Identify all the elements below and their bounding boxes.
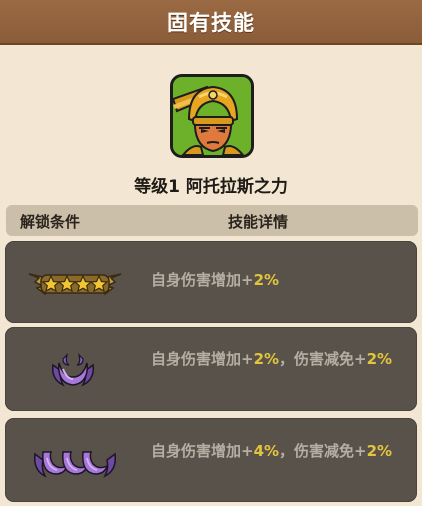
- header-bar: 固有技能: [0, 0, 422, 45]
- golden-helmet-hero-icon[interactable]: [170, 74, 254, 158]
- three-purple-crescents-badge-icon: [33, 440, 117, 484]
- skill-row: 自身伤害增加+2%: [5, 241, 417, 323]
- purple-crescent-badge-icon: [49, 349, 97, 393]
- four-gold-stars-winged-badge-icon: [27, 264, 123, 302]
- damage-increase-value: 2%: [253, 271, 280, 289]
- damage-reduction-value: 2%: [366, 350, 393, 368]
- unlock-condition-header: 解锁条件: [20, 213, 81, 231]
- skill-detail-text: 自身伤害增加+2%: [151, 271, 280, 289]
- damage-increase-value: 4%: [253, 442, 280, 460]
- skill-detail-header: 技能详情: [228, 213, 289, 231]
- skill-row: 自身伤害增加+4%，伤害减免+2%: [5, 418, 417, 502]
- column-header-bar: 解锁条件 技能详情: [6, 205, 418, 236]
- page-title: 固有技能: [167, 10, 255, 35]
- damage-reduction-value: 2%: [366, 442, 393, 460]
- skill-level-name: 等级1 阿托拉斯之力: [134, 177, 288, 197]
- skill-detail-text: 自身伤害增加+2%，伤害减免+2%: [151, 350, 393, 368]
- skill-row: 自身伤害增加+2%，伤害减免+2%: [5, 327, 417, 411]
- skill-detail-text: 自身伤害增加+4%，伤害减免+2%: [151, 442, 393, 460]
- damage-increase-value: 2%: [253, 350, 280, 368]
